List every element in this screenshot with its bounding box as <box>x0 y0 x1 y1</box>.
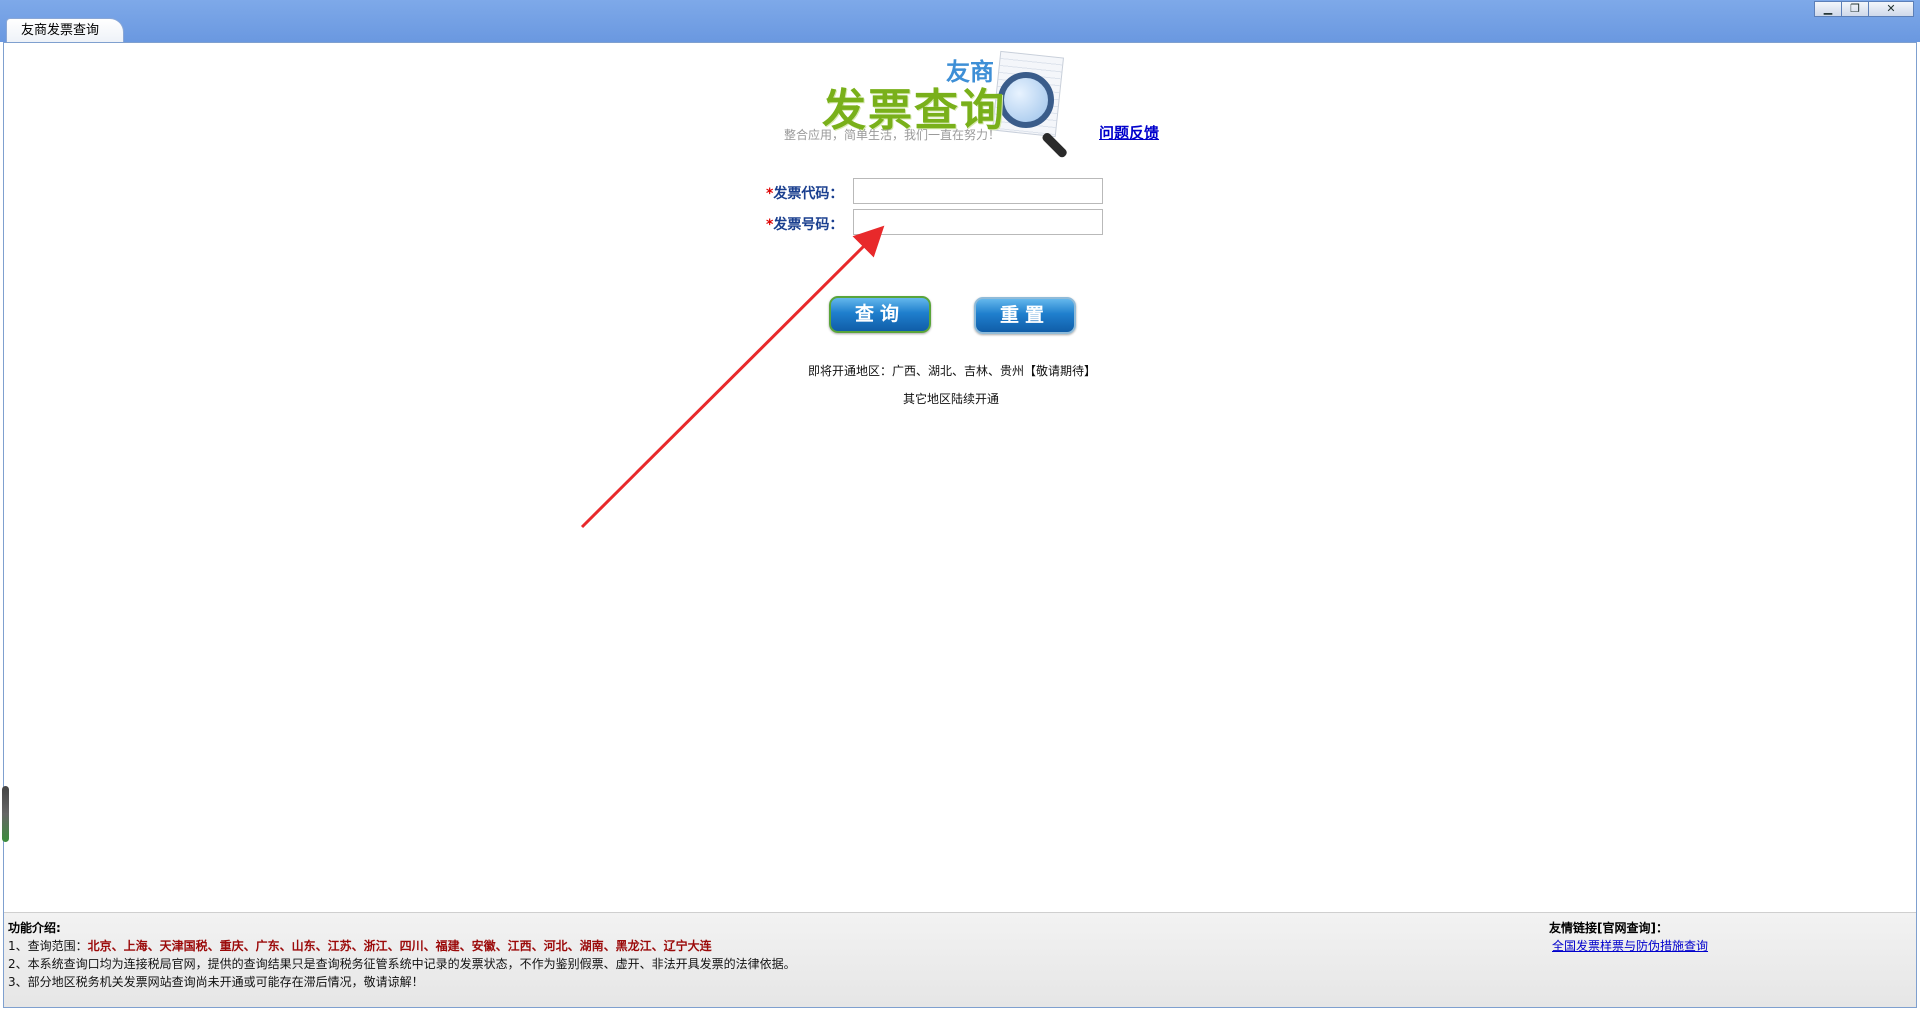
invoice-code-input[interactable] <box>853 178 1103 204</box>
invoice-code-label: *发票代码： <box>766 183 843 203</box>
close-button[interactable]: ✕ <box>1868 1 1914 17</box>
query-button[interactable]: 查询 <box>829 296 931 333</box>
feature-intro-title: 功能介绍: <box>8 921 61 935</box>
reset-button[interactable]: 重置 <box>974 297 1076 334</box>
feature-line-1-prefix: 1、查询范围： <box>8 939 88 953</box>
upcoming-regions-note: 即将开通地区：广西、湖北、吉林、贵州【敬请期待】 <box>808 364 1097 378</box>
window-controls: ▁ ❐ ✕ <box>1814 1 1914 17</box>
invoice-number-input[interactable] <box>853 209 1103 235</box>
invoice-number-label: *发票号码： <box>766 214 843 234</box>
scroll-handle[interactable] <box>2 786 9 842</box>
invoice-number-label-text: 发票号码： <box>773 217 844 233</box>
sample-invoice-link[interactable]: 全国发票样票与防伪措施查询 <box>1552 937 1708 954</box>
feedback-link[interactable]: 问题反馈 <box>1099 122 1159 143</box>
minimize-button[interactable]: ▁ <box>1814 1 1842 17</box>
footer-panel: 功能介绍: 1、查询范围：北京、上海、天津国税、重庆、广东、山东、江苏、浙江、四… <box>4 912 1916 1007</box>
invoice-code-label-text: 发票代码： <box>773 186 844 202</box>
logo-slogan: 整合应用，简单生活，我们一直在努力！ <box>784 128 1001 142</box>
feature-line-2: 2、本系统查询口均为连接税局官网，提供的查询结果只是查询税务征管系统中记录的发票… <box>8 957 796 971</box>
tab-invoice-query[interactable]: 友商发票查询 <box>6 18 124 42</box>
app-logo: 友商 发票查询 整合应用，简单生活，我们一直在努力！ <box>784 50 1074 159</box>
magnifier-icon <box>998 72 1054 128</box>
maximize-button[interactable]: ❐ <box>1841 1 1869 17</box>
feature-line-1: 1、查询范围：北京、上海、天津国税、重庆、广东、山东、江苏、浙江、四川、福建、安… <box>8 937 712 954</box>
window-titlebar: 友商发票查询 ▁ ❐ ✕ <box>0 0 1920 42</box>
other-regions-note: 其它地区陆续开通 <box>903 392 1000 406</box>
feature-line-3: 3、部分地区税务机关发票网站查询尚未开通或可能存在滞后情况，敬请谅解！ <box>8 975 424 989</box>
friendly-links-title: 友情链接[官网查询]： <box>1549 921 1668 935</box>
supported-regions: 北京、上海、天津国税、重庆、广东、山东、江苏、浙江、四川、福建、安徽、江西、河北… <box>87 939 712 953</box>
